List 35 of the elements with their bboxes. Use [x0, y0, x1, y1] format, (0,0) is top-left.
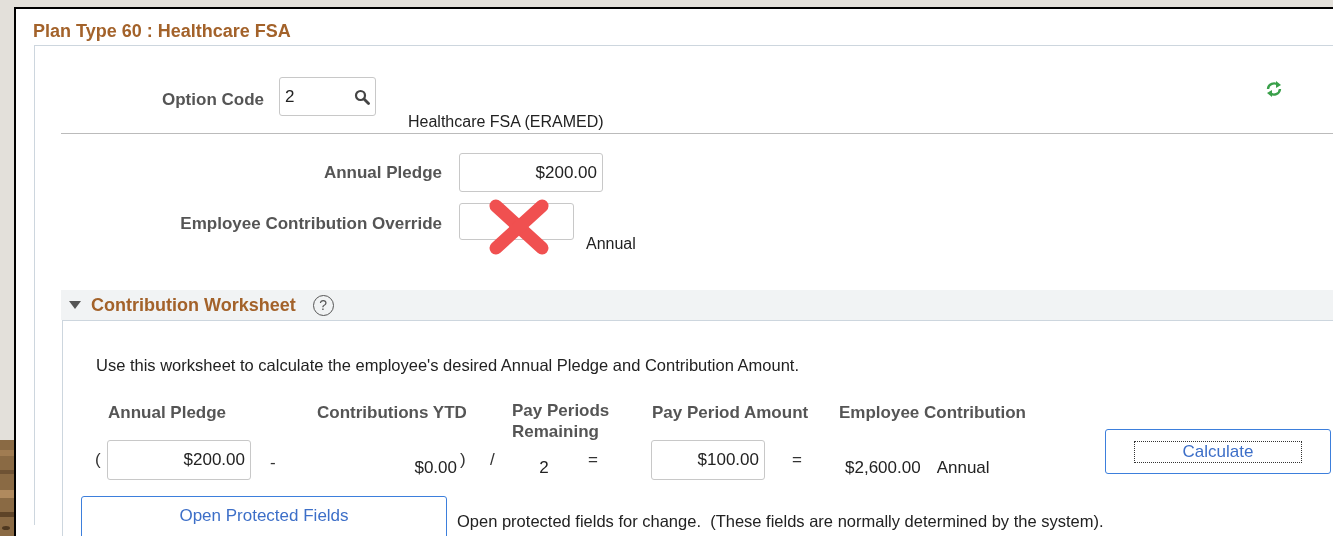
- field-label: Option Code: [161, 89, 264, 111]
- option-code-field[interactable]: 2: [279, 77, 376, 116]
- refresh-icon[interactable]: [1265, 80, 1283, 98]
- calculated-value: $0.00: [413, 457, 457, 479]
- operator-symbol: ): [460, 449, 467, 471]
- column-header: Contributions YTD: [317, 401, 468, 424]
- collapse-triangle-icon[interactable]: [69, 301, 81, 309]
- column-header: Pay Period Amount: [652, 401, 810, 424]
- field-label: Employee Contribution Override: [179, 213, 442, 235]
- annual-pledge-field[interactable]: $200.00: [459, 153, 603, 192]
- note-text: Open protected fields for change. (These fields are normally determined by the system).: [457, 510, 1104, 532]
- column-header: Annual Pledge: [108, 401, 228, 424]
- calculate-button[interactable]: Calculate: [1105, 429, 1331, 475]
- operator-symbol: /: [490, 449, 496, 471]
- amount-field[interactable]: $200.00: [107, 439, 251, 480]
- contribution-override-field[interactable]: [459, 203, 574, 240]
- instruction-text: Use this worksheet to calculate the employee's desired Annual Pledge and Contribution Amount.: [95, 355, 800, 376]
- column-header: Employee Contribution: [839, 401, 1026, 424]
- column-header: Pay Periods Remaining: [512, 399, 611, 442]
- cross-mark-icon: [488, 199, 550, 255]
- field-label: Annual Pledge: [322, 161, 442, 184]
- calculated-value: Annual: [936, 457, 990, 479]
- calculated-value: $2,600.00: [845, 457, 921, 479]
- operator-symbol: =: [588, 449, 599, 471]
- calculated-value: 2: [538, 457, 550, 479]
- operator-symbol: =: [792, 449, 803, 471]
- unit-label: Annual: [586, 234, 636, 254]
- operator-symbol: (: [95, 449, 102, 471]
- amount-field[interactable]: $100.00: [651, 439, 765, 480]
- option-description: Healthcare FSA (ERAMED): [408, 112, 604, 132]
- panel-title: Plan Type 60 : Healthcare FSA: [32, 20, 292, 43]
- operator-symbol: -: [270, 452, 277, 474]
- section-title[interactable]: Contribution Worksheet: [91, 291, 296, 319]
- search-icon[interactable]: [354, 88, 370, 105]
- open-protected-fields-button[interactable]: Open Protected Fields: [81, 495, 447, 536]
